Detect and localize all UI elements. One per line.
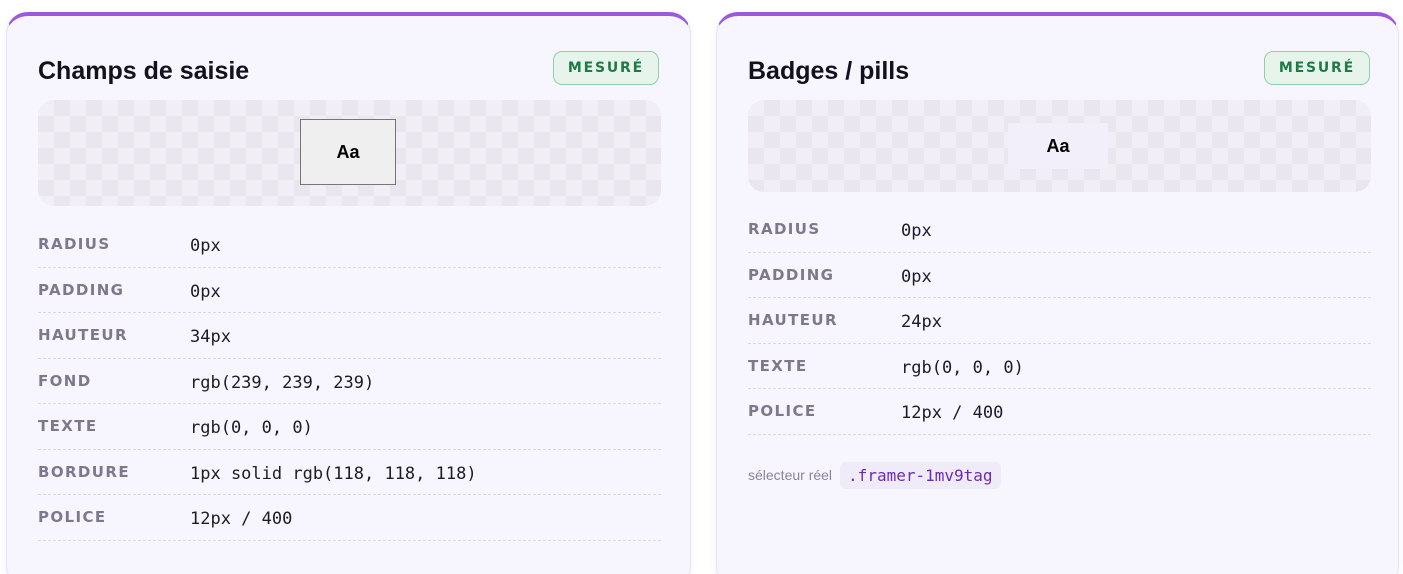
property-value: 1px solid rgb(118, 118, 118) (190, 463, 477, 484)
property-value: rgb(0, 0, 0) (190, 418, 313, 439)
property-row-radius: RADIUS 0px (38, 222, 661, 268)
property-table: RADIUS 0px PADDING 0px HAUTEUR 34px FOND… (38, 222, 661, 541)
property-row-background: FOND rgb(239, 239, 239) (38, 359, 661, 404)
property-row-font: POLICE 12px / 400 (748, 389, 1371, 435)
property-key: TEXTE (748, 356, 808, 375)
property-key: FOND (38, 371, 92, 390)
property-value: 0px (190, 236, 221, 257)
card-title: Badges / pills (748, 57, 910, 85)
card-badges-pills: Badges / pills MESURÉ Aa RADIUS 0px PADD… (716, 12, 1399, 574)
property-value: 12px / 400 (190, 509, 293, 530)
property-row-padding: PADDING 0px (748, 253, 1371, 298)
property-key: POLICE (748, 402, 817, 421)
component-spec-page: Champs de saisie MESURÉ Aa RADIUS 0px PA… (0, 0, 1403, 574)
sample-input-field[interactable]: Aa (300, 119, 396, 185)
selector-code[interactable]: .framer-1mv9tag (840, 461, 1001, 489)
property-row-text: TEXTE rgb(0, 0, 0) (38, 404, 661, 450)
property-key: TEXTE (38, 417, 98, 436)
card-input-fields: Champs de saisie MESURÉ Aa RADIUS 0px PA… (6, 12, 691, 574)
property-row-height: HAUTEUR 34px (38, 313, 661, 359)
property-key: RADIUS (748, 220, 821, 239)
property-row-font: POLICE 12px / 400 (38, 495, 661, 541)
selector-label: sélecteur réel (748, 467, 833, 483)
property-value: 12px / 400 (901, 403, 1004, 424)
property-value: rgb(239, 239, 239) (190, 372, 375, 393)
property-key: PADDING (38, 280, 125, 299)
real-selector: sélecteur réel .framer-1mv9tag (748, 460, 1001, 490)
property-key: POLICE (38, 508, 107, 527)
property-key: PADDING (748, 265, 835, 284)
property-value: 34px (190, 327, 231, 348)
property-key: RADIUS (38, 235, 111, 254)
property-key: BORDURE (38, 462, 130, 481)
property-row-text: TEXTE rgb(0, 0, 0) (748, 344, 1371, 389)
property-row-radius: RADIUS 0px (748, 207, 1371, 253)
card-title: Champs de saisie (38, 57, 250, 85)
property-row-height: HAUTEUR 24px (748, 298, 1371, 344)
measured-badge: MESURÉ (1263, 51, 1370, 85)
property-key: HAUTEUR (748, 311, 838, 330)
property-key: HAUTEUR (38, 326, 128, 345)
preview-area: Aa (748, 100, 1371, 192)
property-row-border: BORDURE 1px solid rgb(118, 118, 118) (38, 450, 661, 495)
property-value: rgb(0, 0, 0) (901, 357, 1024, 378)
property-value: 0px (901, 266, 932, 287)
property-table: RADIUS 0px PADDING 0px HAUTEUR 24px TEXT… (748, 207, 1371, 435)
sample-pill: Aa (1008, 123, 1108, 169)
property-value: 0px (901, 221, 932, 242)
measured-badge: MESURÉ (552, 51, 659, 85)
property-row-padding: PADDING 0px (38, 268, 661, 313)
property-value: 24px (901, 312, 942, 333)
preview-area: Aa (38, 100, 661, 206)
property-value: 0px (190, 281, 221, 302)
